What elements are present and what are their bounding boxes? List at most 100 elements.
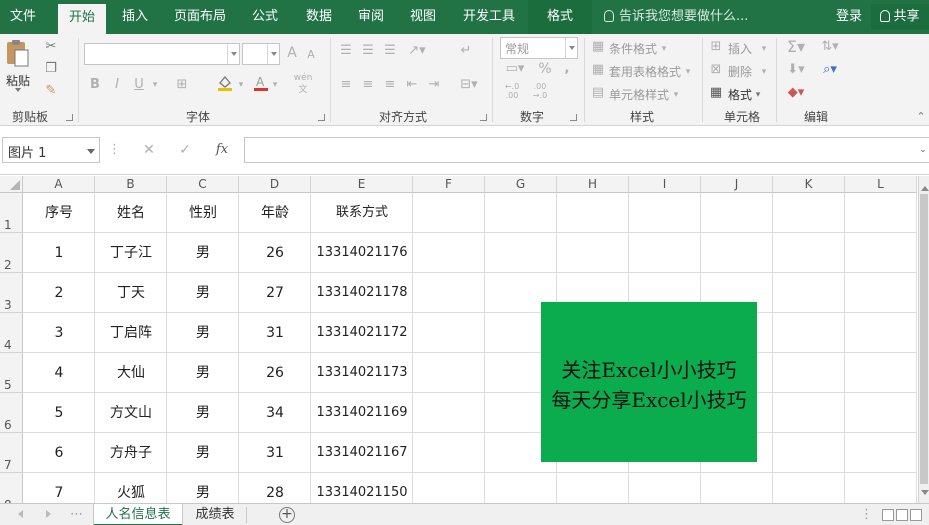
formula-input[interactable] [244,137,929,163]
table-cell[interactable]: 27 [239,273,311,313]
tab-review[interactable]: 审阅 [350,0,392,34]
column-header-g[interactable]: G [485,176,557,193]
header-cell[interactable]: 序号 [23,193,95,233]
autosum-icon[interactable]: Σ▾ [782,38,810,56]
decrease-decimal-icon[interactable]: .00 →.0 [530,82,550,100]
table-cell[interactable]: 丁天 [95,273,167,313]
table-cell[interactable]: 13314021167 [311,433,413,473]
row-header-5[interactable]: 5 [0,353,23,393]
row-header-7[interactable]: 7 [0,433,23,473]
header-cell[interactable]: 联系方式 [311,193,413,233]
table-cell[interactable]: 男 [167,393,239,433]
copy-icon[interactable]: ❐ [42,60,60,78]
column-header-d[interactable]: D [239,176,311,193]
percent-style-icon[interactable]: % [536,60,554,78]
orientation-icon[interactable]: ↗▾ [404,42,430,60]
table-cell[interactable]: 方舟子 [95,433,167,473]
align-bottom-icon[interactable]: ☰ [380,42,400,60]
column-header-f[interactable]: F [413,176,485,193]
border-icon[interactable]: ⊞ [172,76,192,94]
name-box[interactable]: 图片 1 [2,137,100,163]
table-cell[interactable]: 方文山 [95,393,167,433]
scroll-up-icon[interactable] [921,182,929,191]
sheet-tab[interactable]: 成绩表 [186,504,244,525]
phonetic-icon[interactable]: wén 文 [292,72,314,96]
font-color-icon[interactable]: A [252,74,270,98]
login-link[interactable]: 登录 [836,0,862,34]
underline-button[interactable]: U [132,76,146,94]
italic-button[interactable]: I [110,76,124,94]
tab-insert[interactable]: 插入 [112,0,158,34]
format-as-table-button[interactable]: 套用表格格式 [609,63,681,80]
font-launcher-icon[interactable] [318,114,325,121]
tab-data[interactable]: 数据 [298,0,340,34]
paste-button[interactable]: 粘贴 [4,38,34,94]
merge-center-icon[interactable]: ⊟▾ [456,76,482,94]
shrink-font-icon[interactable]: A [304,46,318,64]
tab-home[interactable]: 开始 [58,4,106,34]
row-header-4[interactable]: 4 [0,313,23,353]
wrap-text-icon[interactable]: ↵ [456,42,476,60]
column-header-i[interactable]: I [629,176,701,193]
fill-icon[interactable]: ⬇▾ [782,61,810,79]
cancel-icon[interactable]: ✕ [140,141,158,159]
table-cell[interactable]: 男 [167,313,239,353]
align-middle-icon[interactable]: ☰ [358,42,378,60]
table-cell[interactable]: 13314021169 [311,393,413,433]
table-cell[interactable]: 13314021150 [311,473,413,503]
number-launcher-icon[interactable] [570,114,577,121]
tab-page-layout[interactable]: 页面布局 [168,0,232,34]
delete-button[interactable]: 删除 [728,63,752,80]
header-cell[interactable]: 年龄 [239,193,311,233]
increase-decimal-icon[interactable]: ←.0.00 [502,82,522,100]
vertical-scrollbar[interactable] [918,176,929,503]
sort-filter-icon[interactable]: ⇅▾ [816,38,844,56]
tab-format[interactable]: 格式 [528,0,592,34]
green-text-shape[interactable]: 关注Excel小小技巧 每天分享Excel小技巧 [541,302,757,462]
align-left-icon[interactable]: ≡ [336,76,356,94]
table-cell[interactable]: 3 [23,313,95,353]
row-header-6[interactable]: 6 [0,393,23,433]
tab-file[interactable]: 文件 [0,0,46,34]
column-header-j[interactable]: J [701,176,773,193]
bold-button[interactable]: B [88,76,102,94]
table-cell[interactable]: 13314021176 [311,233,413,273]
row-header-3[interactable]: 3 [0,273,23,313]
font-size-combo[interactable] [242,43,280,65]
table-cell[interactable]: 6 [23,433,95,473]
table-cell[interactable]: 男 [167,433,239,473]
scroll-left-icon[interactable] [882,509,894,521]
table-cell[interactable]: 31 [239,433,311,473]
column-header-l[interactable]: L [845,176,917,193]
column-header-h[interactable]: H [557,176,629,193]
underline-dropdown-icon[interactable]: ▾ [150,76,160,94]
fill-color-icon[interactable] [216,74,234,98]
alignment-launcher-icon[interactable] [480,114,487,121]
table-cell[interactable]: 丁启阵 [95,313,167,353]
font-color-dropdown-icon[interactable]: ▾ [270,76,280,94]
enter-icon[interactable]: ✓ [176,141,194,159]
table-cell[interactable]: 男 [167,473,239,503]
align-top-icon[interactable]: ☰ [336,42,356,60]
table-cell[interactable]: 男 [167,273,239,313]
scroll-right-icon[interactable] [896,509,908,521]
tab-view[interactable]: 视图 [402,0,444,34]
next-sheet-icon[interactable] [46,510,55,518]
table-cell[interactable]: 7 [23,473,95,503]
column-header-a[interactable]: A [23,176,95,193]
column-header-c[interactable]: C [167,176,239,193]
share-button[interactable]: 共享 [871,4,929,30]
cut-icon[interactable]: ✂ [42,38,60,56]
grow-font-icon[interactable]: A [284,44,300,62]
table-cell[interactable]: 26 [239,233,311,273]
row-header-1[interactable]: 1 [0,193,23,233]
sheet-tab-active[interactable]: 人名信息表 [94,504,182,525]
row-header-2[interactable]: 2 [0,233,23,273]
add-sheet-icon[interactable]: + [279,507,295,523]
accounting-format-icon[interactable]: ▭▾ [500,60,530,78]
insert-button[interactable]: 插入 [728,40,752,57]
table-cell[interactable]: 26 [239,353,311,393]
clipboard-launcher-icon[interactable] [66,114,73,121]
font-name-combo[interactable] [84,43,240,65]
row-header-8[interactable]: 8 [0,473,23,503]
